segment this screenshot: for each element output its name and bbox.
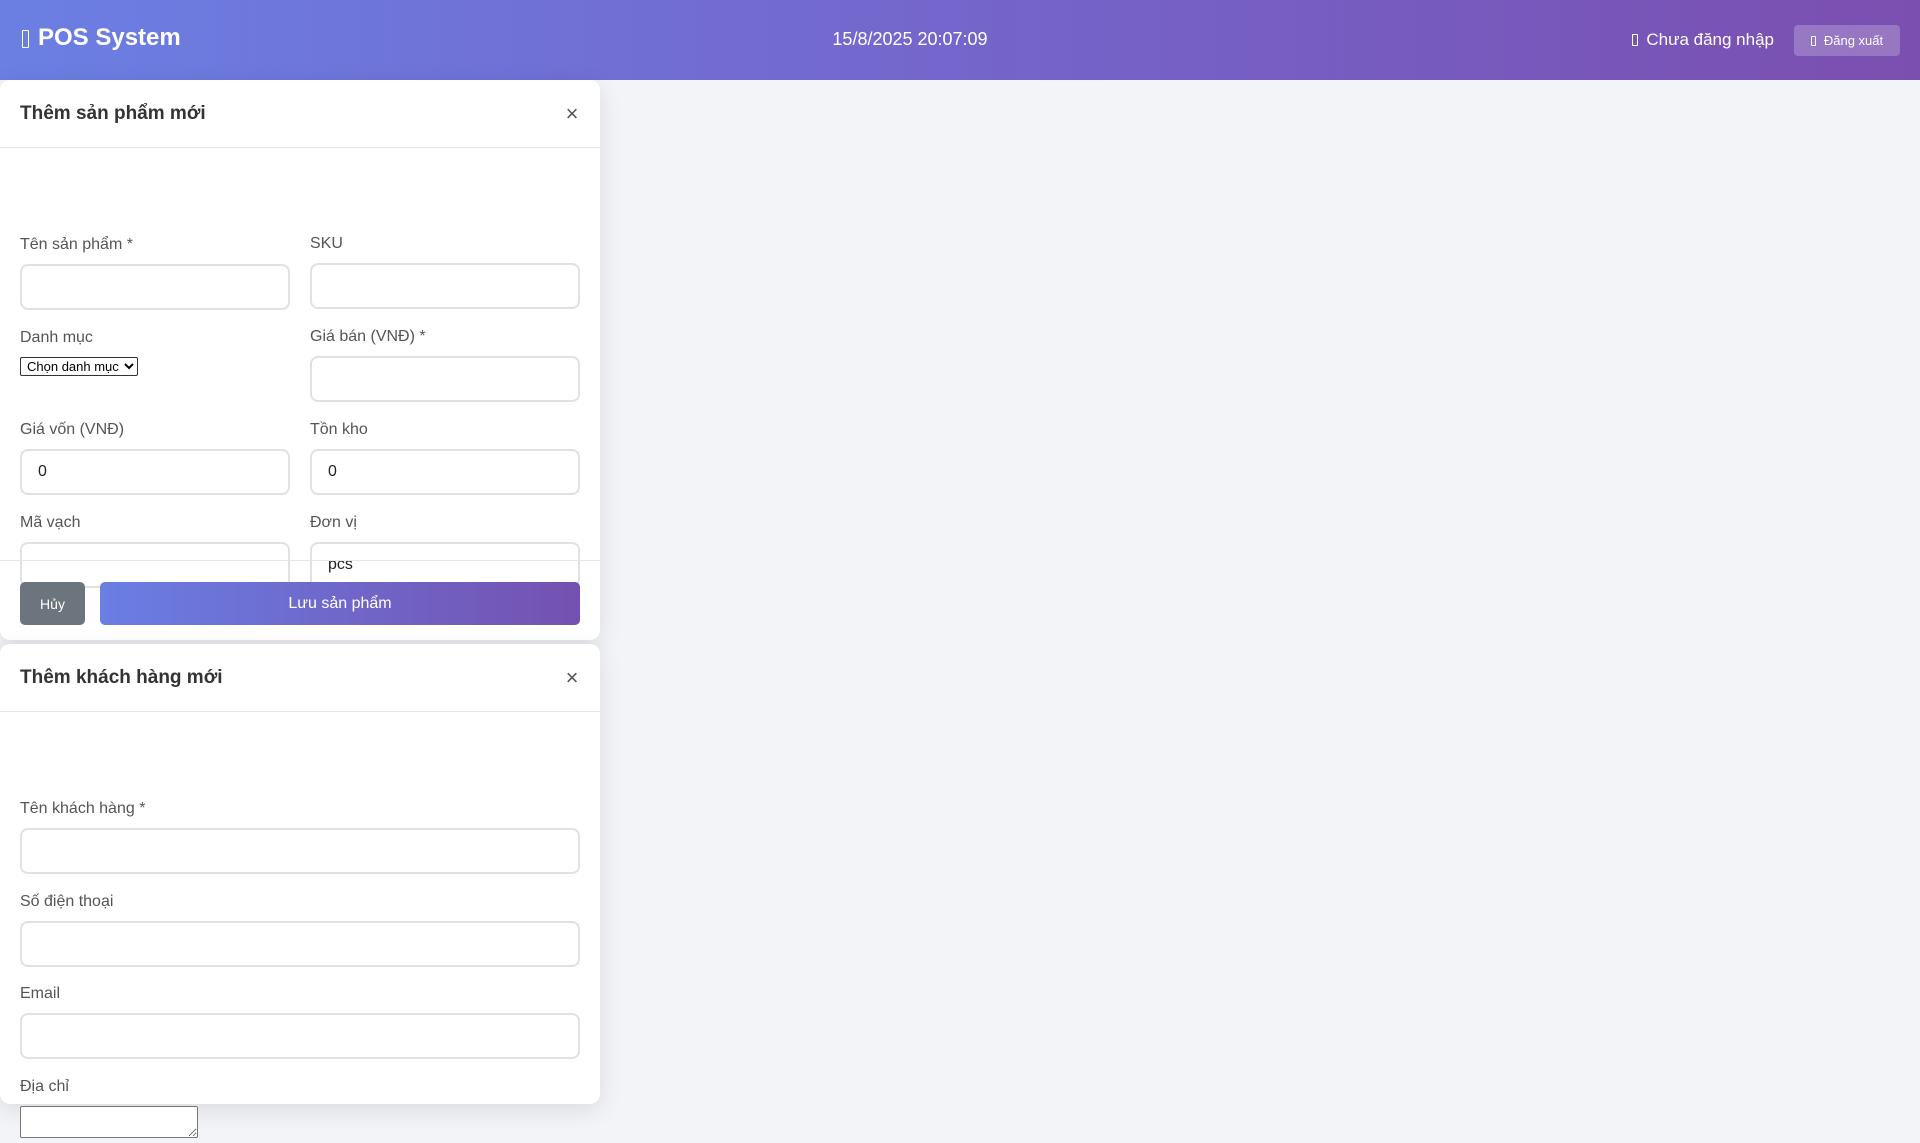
price-field: Giá bán (VNĐ) * [310, 328, 580, 402]
app-header: POS System 15/8/2025 20:07:09 Chưa đăng … [0, 0, 1920, 80]
add-customer-modal: Thêm khách hàng mới × Tên khách hàng * S… [0, 644, 600, 1138]
price-input[interactable] [310, 356, 580, 402]
modal-body: Tên khách hàng * Số điện thoại Email Địa… [0, 712, 600, 1138]
stock-field: Tồn kho [310, 421, 580, 495]
user-status: Chưa đăng nhập [1632, 30, 1774, 50]
address-textarea[interactable] [20, 1106, 198, 1138]
logout-button[interactable]: Đăng xuất [1794, 25, 1900, 56]
field-label: Tên khách hàng * [20, 800, 146, 817]
email-input[interactable] [20, 1013, 580, 1059]
customer-name-field: Tên khách hàng * [20, 800, 580, 874]
category-select[interactable]: Chọn danh mục [20, 357, 138, 376]
cost-input[interactable] [20, 449, 290, 495]
field-label: Đơn vị [310, 514, 357, 531]
modal-header: Thêm khách hàng mới × [0, 644, 600, 712]
field-label: Mã vạch [20, 514, 81, 531]
modal-title: Thêm khách hàng mới [20, 666, 223, 688]
sku-field: SKU [310, 235, 580, 309]
user-icon [1632, 34, 1639, 46]
field-label: Email [20, 985, 61, 1002]
logout-icon [1810, 35, 1816, 46]
user-status-label: Chưa đăng nhập [1646, 30, 1774, 49]
email-field: Email [20, 985, 580, 1059]
modal-body: Tên sản phẩm * SKU Danh mục Chọn danh mụ… [0, 148, 600, 588]
field-label: Danh mục [20, 329, 93, 346]
field-label: Giá vốn (VNĐ) [20, 421, 125, 438]
current-datetime: 15/8/2025 20:07:09 [832, 29, 988, 49]
field-label: Tồn kho [310, 421, 368, 438]
address-field: Địa chỉ [20, 1078, 198, 1143]
modal-title: Thêm sản phẩm mới [20, 102, 206, 124]
modal-header: Thêm sản phẩm mới × [0, 80, 600, 148]
cancel-button[interactable]: Hủy [20, 582, 85, 625]
phone-input[interactable] [20, 921, 580, 967]
close-icon[interactable]: × [562, 666, 582, 690]
stock-input[interactable] [310, 449, 580, 495]
add-product-modal: Thêm sản phẩm mới × Tên sản phẩm * SKU D… [0, 80, 600, 640]
save-product-button[interactable]: Lưu sản phẩm [100, 582, 580, 625]
field-label: SKU [310, 235, 343, 252]
product-name-input[interactable] [20, 264, 290, 310]
customer-name-input[interactable] [20, 828, 580, 874]
field-label: Tên sản phẩm * [20, 236, 133, 253]
close-icon[interactable]: × [562, 102, 582, 126]
field-label: Địa chỉ [20, 1078, 69, 1095]
modal-footer: Hủy Lưu sản phẩm [0, 560, 600, 640]
field-label: Số điện thoại [20, 893, 114, 910]
category-field: Danh mục Chọn danh mục [20, 329, 138, 376]
product-name-field: Tên sản phẩm * [20, 236, 290, 310]
phone-field: Số điện thoại [20, 893, 580, 967]
logout-label: Đăng xuất [1823, 33, 1884, 48]
cost-field: Giá vốn (VNĐ) [20, 421, 290, 495]
sku-input[interactable] [310, 263, 580, 309]
field-label: Giá bán (VNĐ) * [310, 328, 426, 345]
